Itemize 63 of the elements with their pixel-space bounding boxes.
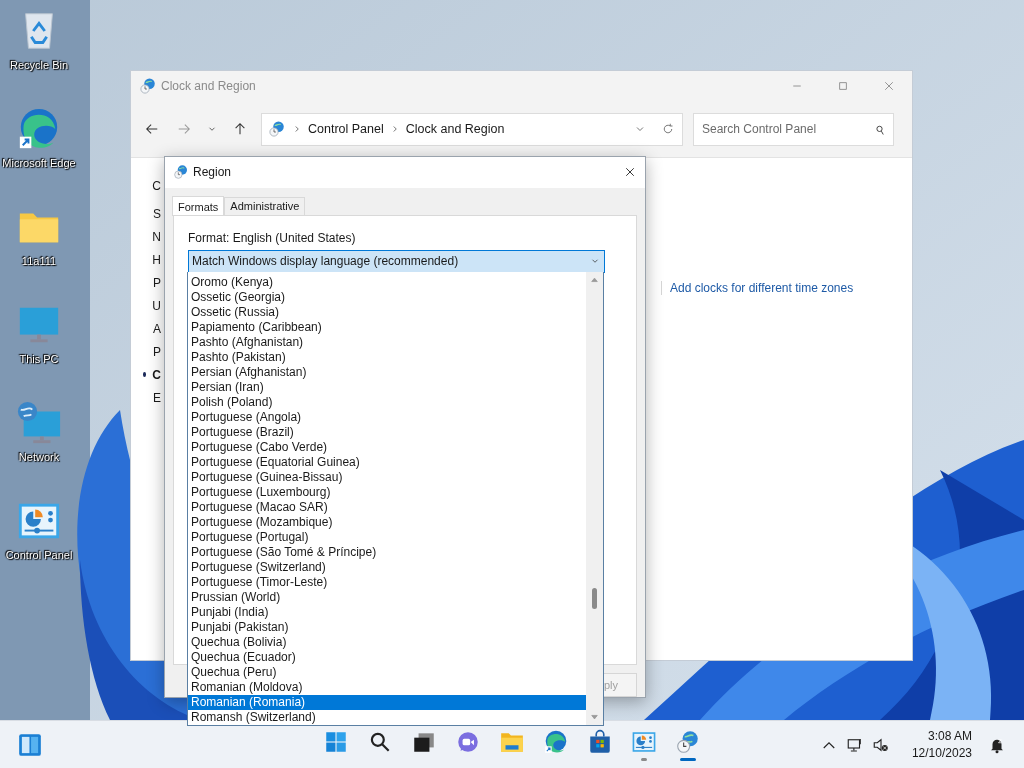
- list-option[interactable]: Pashto (Pakistan): [188, 349, 586, 365]
- list-option[interactable]: Papiamento (Caribbean): [188, 319, 586, 335]
- format-dropdown[interactable]: Match Windows display language (recommended): [188, 249, 605, 273]
- widgets-icon[interactable]: [17, 731, 43, 758]
- list-option[interactable]: Romansh (Switzerland): [188, 709, 586, 725]
- sidebar-link[interactable]: N: [152, 229, 161, 244]
- list-option[interactable]: Portuguese (Luxembourg): [188, 484, 586, 500]
- list-option[interactable]: Portuguese (Timor-Leste): [188, 574, 586, 590]
- list-option[interactable]: Ossetic (Georgia): [188, 289, 586, 305]
- sidebar-link[interactable]: H: [152, 252, 161, 267]
- globe-clock-icon[interactable]: [675, 728, 701, 755]
- globe-clock-icon: [268, 120, 286, 138]
- address-bar[interactable]: Control Panel Clock and Region: [261, 112, 683, 146]
- list-option[interactable]: Ossetic (Russia): [188, 304, 586, 320]
- edge-icon[interactable]: [543, 728, 569, 755]
- list-option[interactable]: Pashto (Afghanistan): [188, 334, 586, 350]
- list-option[interactable]: Quechua (Ecuador): [188, 649, 586, 665]
- sidebar-link[interactable]: P: [153, 275, 161, 290]
- list-option[interactable]: Portuguese (São Tomé & Príncipe): [188, 544, 586, 560]
- sidebar-link[interactable]: E: [153, 390, 161, 405]
- list-option[interactable]: Persian (Iran): [188, 379, 586, 395]
- list-option[interactable]: Persian (Afghanistan): [188, 364, 586, 380]
- clock-date[interactable]: 12/10/2023: [911, 744, 972, 762]
- breadcrumb-item[interactable]: Clock and Region: [405, 122, 505, 136]
- globe-clock-icon: [173, 164, 189, 181]
- sidebar-link[interactable]: P: [153, 344, 161, 359]
- list-option[interactable]: Portuguese (Cabo Verde): [188, 439, 586, 455]
- clock-time[interactable]: 3:08 AM: [927, 727, 972, 745]
- list-option[interactable]: Romanian (Moldova): [188, 679, 586, 695]
- sidebar-link[interactable]: S: [153, 206, 161, 221]
- list-option[interactable]: Polish (Poland): [188, 394, 586, 410]
- sidebar-link[interactable]: A: [153, 321, 161, 336]
- window-title: Clock and Region: [161, 79, 256, 93]
- dialog-title: Region: [193, 165, 232, 180]
- list-option[interactable]: Portuguese (Angola): [188, 409, 586, 425]
- search-field[interactable]: Search Control Panel: [693, 112, 894, 146]
- list-option[interactable]: Punjabi (India): [188, 604, 586, 620]
- list-option[interactable]: Quechua (Bolivia): [188, 634, 586, 650]
- list-option[interactable]: Prussian (World): [188, 589, 586, 605]
- list-option[interactable]: Quechua (Peru): [188, 664, 586, 680]
- network-monitor-icon: [16, 400, 62, 446]
- scrollbar-thumb[interactable]: [592, 587, 597, 609]
- list-option[interactable]: Portuguese (Guinea-Bissau): [188, 469, 586, 485]
- format-label: Format: English (United States): [188, 230, 357, 245]
- list-option[interactable]: Romanian (Romania): [188, 694, 586, 710]
- list-option[interactable]: Portuguese (Macao SAR): [188, 499, 586, 515]
- task-link[interactable]: Add clocks for different time zones: [661, 281, 854, 295]
- store-icon[interactable]: [587, 728, 613, 755]
- sidebar-link[interactable]: C: [152, 367, 161, 382]
- list-option[interactable]: Portuguese (Brazil): [188, 424, 586, 440]
- tab[interactable]: Formats: [172, 195, 225, 216]
- sidebar-link[interactable]: U: [152, 298, 161, 313]
- sidebar-link[interactable]: C: [152, 179, 161, 193]
- tab[interactable]: Administrative: [224, 196, 306, 215]
- list-option[interactable]: Portuguese (Equatorial Guinea): [188, 454, 586, 470]
- list-option[interactable]: Oromo (Kenya): [188, 274, 586, 290]
- list-option[interactable]: Portuguese (Portugal): [188, 529, 586, 545]
- list-option[interactable]: Punjabi (Pakistan): [188, 619, 586, 635]
- list-option[interactable]: Portuguese (Switzerland): [188, 559, 586, 575]
- scrollbar[interactable]: [586, 271, 603, 725]
- breadcrumb-item[interactable]: Control Panel: [308, 122, 384, 136]
- list-option[interactable]: Portuguese (Mozambique): [188, 514, 586, 530]
- globe-clock-icon: [139, 77, 157, 95]
